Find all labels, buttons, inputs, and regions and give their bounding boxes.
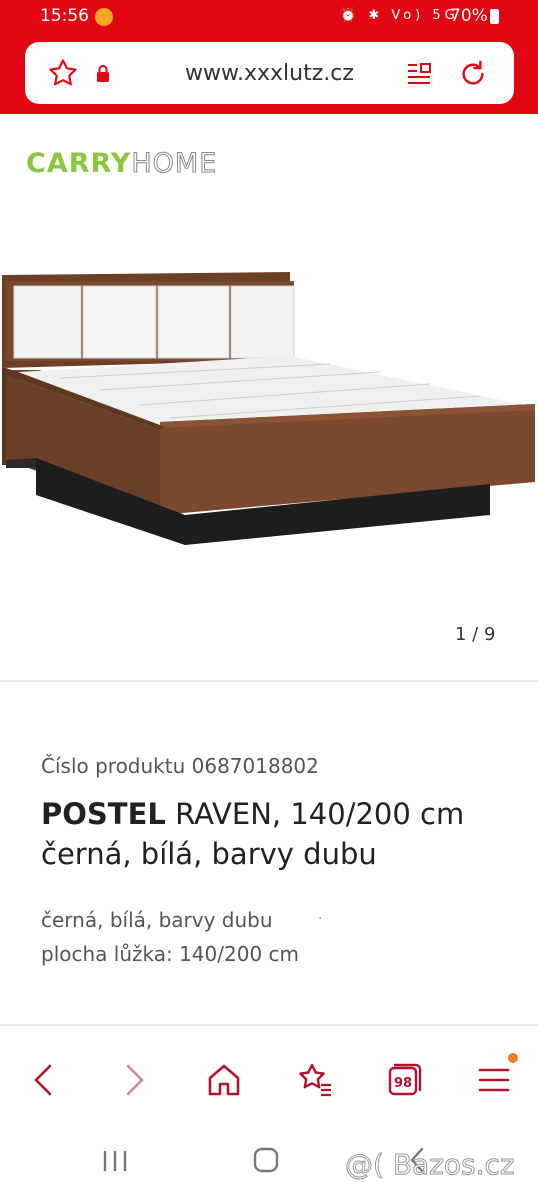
gallery-counter: 1 / 9 (455, 624, 496, 645)
bookmarks-icon[interactable] (292, 1058, 336, 1102)
forward-icon[interactable] (112, 1058, 156, 1102)
status-time: 15:56 (40, 6, 89, 26)
battery-level: 70% (450, 6, 488, 26)
divider (0, 1024, 538, 1026)
reload-icon[interactable] (457, 58, 489, 90)
brand-logo-home: HOME (131, 148, 218, 180)
brand-logo-carry: CARRY (26, 148, 132, 179)
menu-icon[interactable] (472, 1058, 516, 1102)
system-home-icon[interactable] (252, 1146, 280, 1174)
divider (0, 680, 538, 682)
separator-dot-icon: · (318, 911, 323, 927)
product-attribute-color: černá, bílá, barvy dubu (41, 908, 273, 932)
brand-logo: CARRYHOME (26, 148, 218, 180)
browser-toolbar: www.xxxlutz.cz (0, 34, 538, 114)
address-bar[interactable]: www.xxxlutz.cz (25, 42, 514, 104)
product-attribute-size: plocha lůžka: 140/200 cm (41, 942, 300, 966)
menu-notification-dot (508, 1053, 518, 1063)
status-bar: 15:56 ⏰ ✱ Vo) 5G 70% (0, 0, 538, 34)
battery-icon (490, 9, 499, 24)
browser-bottom-nav: 98 (0, 1040, 538, 1120)
status-icons: ⏰ ✱ Vo) 5G (340, 8, 459, 23)
tabs-icon[interactable]: 98 (382, 1058, 426, 1102)
back-icon[interactable] (22, 1058, 66, 1102)
product-title-brand: POSTEL (41, 797, 166, 831)
product-title: POSTEL RAVEN, 140/200 cm černá, bílá, ba… (41, 794, 511, 874)
product-image[interactable] (0, 260, 538, 560)
url-text[interactable]: www.xxxlutz.cz (25, 61, 514, 86)
tabs-count: 98 (394, 1076, 412, 1091)
notification-dot-icon (95, 8, 113, 26)
reader-icon[interactable] (405, 60, 433, 88)
watermark: @( Bazos.cz (345, 1148, 516, 1182)
product-number: Číslo produktu 0687018802 (41, 754, 319, 778)
home-icon[interactable] (202, 1058, 246, 1102)
recent-apps-icon[interactable] (100, 1148, 130, 1174)
